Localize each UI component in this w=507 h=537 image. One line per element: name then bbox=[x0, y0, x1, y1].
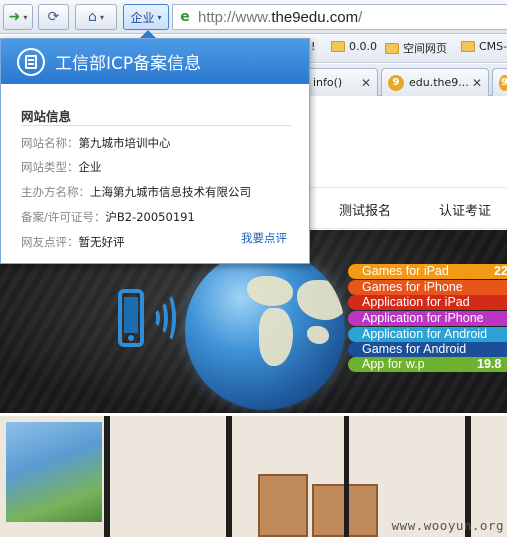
ie-page-icon: e bbox=[180, 9, 190, 25]
bookmark-item[interactable]: CMS-... bbox=[461, 40, 507, 53]
bookmark-item[interactable]: 空间网页 bbox=[385, 40, 447, 56]
icp-info-popup: 工信部ICP备案信息 网站信息 网站名称：第九城市培训中心 网站类型：企业 主办方名… bbox=[0, 38, 310, 264]
info-value: 第九城市培训中心 bbox=[78, 136, 171, 150]
chevron-down-icon: ▾ bbox=[157, 12, 162, 22]
globe-image bbox=[185, 250, 345, 410]
home-icon: ⌂ bbox=[88, 9, 97, 25]
bookmark-separator-icon: ! bbox=[311, 40, 316, 53]
write-review-link[interactable]: 我要点评 bbox=[241, 230, 287, 246]
info-row: 网站名称：第九城市培训中心 bbox=[21, 135, 171, 151]
info-row: 主办方名称：上海第九城市信息技术有限公司 bbox=[21, 184, 251, 200]
popup-title: 工信部ICP备案信息 bbox=[55, 54, 202, 74]
nav-item-certification[interactable]: 认证考证 bbox=[439, 200, 491, 219]
photo-divider bbox=[344, 416, 349, 537]
site-type-label: 企业 bbox=[130, 10, 155, 25]
section-title: 网站信息 bbox=[21, 109, 72, 124]
url-domain: the9edu.com bbox=[271, 8, 359, 26]
smartphone-icon bbox=[118, 289, 144, 347]
info-row: 网友点评：暂无好评 bbox=[21, 234, 125, 250]
folder-icon bbox=[461, 41, 475, 52]
app-category-item: Application for iPhone bbox=[348, 311, 507, 326]
close-icon[interactable]: ✕ bbox=[472, 76, 482, 90]
browser-toolbar: ➜ ▾ ⟳ ⌂ ▾ 企业 ▾ e http://www.the9edu.com/ bbox=[0, 0, 507, 34]
refresh-button[interactable]: ⟳ bbox=[38, 4, 69, 30]
forward-arrow-icon: ➜ bbox=[8, 9, 21, 25]
folder-icon bbox=[331, 41, 345, 52]
info-key: 网友点评： bbox=[21, 235, 79, 249]
info-key: 网站类型： bbox=[21, 160, 79, 174]
document-icon bbox=[17, 47, 45, 76]
info-row: 网站类型：企业 bbox=[21, 159, 102, 175]
popup-header: 工信部ICP备案信息 bbox=[1, 39, 309, 84]
refresh-icon: ⟳ bbox=[47, 9, 60, 25]
url-text: http://www.the9edu.com/ bbox=[198, 9, 362, 26]
app-category-item: Games for Android bbox=[348, 342, 507, 357]
app-category-item: Application for iPad bbox=[348, 295, 507, 310]
tab-partial[interactable]: 9 bbox=[492, 68, 507, 96]
photo-divider bbox=[226, 416, 232, 537]
tab-label: info() bbox=[313, 76, 343, 89]
tab-label: edu.the9... bbox=[409, 76, 469, 89]
info-value: 暂无好评 bbox=[78, 235, 125, 249]
info-row: 备案/许可证号：沪B2-20050191 bbox=[21, 209, 195, 225]
url-suffix: / bbox=[358, 8, 363, 26]
bookmark-label: 空间网页 bbox=[403, 42, 447, 55]
site-favicon-icon: 9 bbox=[499, 74, 507, 91]
wireless-signal-icon bbox=[158, 292, 176, 344]
url-prefix: http://www. bbox=[198, 8, 272, 26]
app-category-count: 22 bbox=[494, 264, 507, 278]
site-type-button[interactable]: 企业 ▾ bbox=[123, 4, 169, 30]
info-value: 企业 bbox=[78, 160, 102, 174]
info-key: 备案/许可证号： bbox=[21, 210, 106, 224]
classroom-photo: www.wooyun.org bbox=[0, 416, 507, 537]
info-key: 主办方名称： bbox=[21, 185, 90, 199]
info-key: 网站名称： bbox=[21, 136, 79, 150]
chevron-down-icon: ▾ bbox=[99, 12, 104, 22]
folder-icon bbox=[385, 42, 399, 54]
section-divider bbox=[21, 125, 291, 126]
close-icon[interactable]: ✕ bbox=[361, 76, 371, 90]
bookmark-label: 0.0.0 bbox=[349, 40, 377, 53]
popup-pointer bbox=[140, 30, 156, 38]
nav-item-test-signup[interactable]: 测试报名 bbox=[339, 200, 391, 219]
forward-button[interactable]: ➜ ▾ bbox=[3, 4, 33, 30]
app-category-item: Games for iPad bbox=[348, 264, 507, 279]
home-button[interactable]: ⌂ ▾ bbox=[75, 4, 117, 30]
tab-the9edu[interactable]: 9 edu.the9... ✕ bbox=[381, 68, 489, 96]
chevron-down-icon: ▾ bbox=[23, 12, 28, 22]
address-bar[interactable]: e http://www.the9edu.com/ bbox=[172, 4, 507, 30]
site-favicon-icon: 9 bbox=[388, 74, 404, 91]
photo-divider bbox=[104, 416, 110, 537]
bookmark-item[interactable]: 0.0.0 bbox=[331, 40, 377, 53]
wooden-cabinet bbox=[258, 474, 308, 537]
watermark: www.wooyun.org bbox=[391, 518, 504, 533]
projector-screen bbox=[6, 422, 102, 522]
app-category-count: 19.8 bbox=[477, 357, 502, 371]
app-category-item: Games for iPhone bbox=[348, 280, 507, 295]
app-category-item: Application for Android bbox=[348, 327, 507, 342]
info-value: 沪B2-20050191 bbox=[105, 210, 195, 224]
info-value: 上海第九城市信息技术有限公司 bbox=[90, 185, 251, 199]
bookmark-label: CMS-... bbox=[479, 40, 507, 53]
